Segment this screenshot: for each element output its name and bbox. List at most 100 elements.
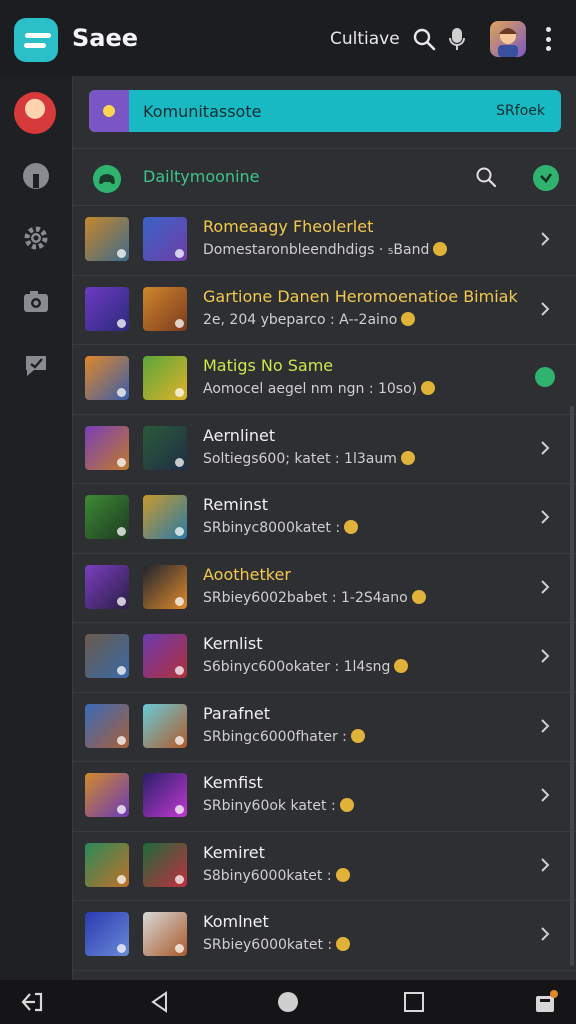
store-icon[interactable]: [534, 990, 558, 1014]
list-item[interactable]: Reminst SRbinyc8000katet :: [73, 484, 576, 554]
check-badge-icon[interactable]: [535, 367, 555, 387]
list-item-subtitle: Domestaronbleendhdigs · ₅Band: [203, 242, 451, 258]
recents-icon[interactable]: [402, 990, 426, 1014]
banner-thumbnail: [89, 90, 129, 132]
home-icon[interactable]: [276, 990, 300, 1014]
game-thumbnail: [85, 356, 129, 400]
game-thumbnail: [143, 912, 187, 956]
banner-link[interactable]: SRfoek: [496, 103, 545, 119]
profile-avatar[interactable]: [14, 92, 56, 134]
app-logo-icon[interactable]: [14, 18, 58, 62]
list-item-title: Romeaagy Fheolerlet: [203, 217, 374, 236]
list-item[interactable]: Kemiret S8biny6000katet :: [73, 832, 576, 901]
avatar-icon: [498, 28, 518, 57]
game-thumbnail: [143, 703, 187, 748]
user-avatar[interactable]: [490, 21, 526, 57]
game-thumbnail: [85, 564, 129, 609]
emoji-icon: [339, 798, 354, 812]
list-item-title: Kemiret: [203, 842, 265, 862]
game-thumbnail: [143, 842, 187, 887]
game-thumbnail: [85, 912, 129, 956]
chevron-right-icon[interactable]: [539, 300, 551, 318]
list-item[interactable]: Aoothetker SRbiey6002babet : 1-2S4ano: [73, 554, 576, 623]
list-item[interactable]: Matigs No Same Aomocel aegel nm ngn : 10…: [73, 345, 576, 415]
list-search-icon[interactable]: [475, 166, 497, 188]
game-thumbnail: [143, 564, 187, 609]
system-nav-bar: [0, 980, 576, 1024]
game-thumbnail: [143, 634, 187, 678]
list-item[interactable]: Komlnet SRbiey6000katet :: [73, 901, 576, 971]
list-item-subtitle: 2e, 204 ybeparco : A--2aino: [203, 311, 419, 328]
game-thumbnail: [143, 217, 187, 261]
top-app-bar: Saee Cultiave: [0, 0, 576, 76]
list-item-title: Reminst: [203, 495, 269, 514]
mic-icon[interactable]: [447, 26, 467, 52]
game-thumbnail: [85, 286, 129, 331]
gear-icon[interactable]: [20, 222, 52, 254]
game-thumbnail: [143, 773, 187, 817]
game-thumbnail: [85, 773, 129, 817]
list-item[interactable]: Damitet: [73, 971, 576, 981]
emoji-icon: [401, 311, 416, 326]
app-screen: Saee Cultiave Komunitassote SRfoek Dailt…: [0, 0, 576, 1024]
list-item-title: Komlnet: [203, 912, 269, 931]
exit-icon[interactable]: [20, 990, 44, 1014]
chevron-right-icon[interactable]: [539, 925, 551, 943]
list-item-title: Aoothetker: [203, 564, 291, 584]
emoji-icon: [400, 450, 415, 465]
list-item-subtitle: S8biny6000katet :: [203, 867, 354, 884]
app-title: Saee: [72, 24, 139, 52]
main-panel: Komunitassote SRfoek Dailtymoonine Romea…: [72, 76, 576, 980]
camera-icon[interactable]: [20, 286, 52, 318]
chat-bubble-icon[interactable]: [20, 348, 52, 380]
list-item-subtitle: SRbingc6000fhater :: [203, 728, 369, 745]
game-thumbnail: [143, 356, 187, 400]
chevron-right-icon[interactable]: [539, 230, 551, 248]
back-icon[interactable]: [148, 990, 172, 1014]
emoji-icon: [336, 937, 351, 951]
emoji-icon: [433, 242, 448, 256]
list-item-subtitle: SRbinyc8000katet :: [203, 520, 362, 536]
chevron-right-icon[interactable]: [539, 786, 551, 804]
chevron-right-icon[interactable]: [539, 856, 551, 874]
compass-icon[interactable]: [20, 160, 52, 192]
filter-label[interactable]: Dailtymoonine: [143, 167, 260, 186]
gamepad-icon[interactable]: [93, 165, 121, 193]
list-item[interactable]: Kemfist SRbiny60ok katet :: [73, 762, 576, 832]
game-thumbnail: [85, 217, 129, 261]
list-item-title: Kemfist: [203, 773, 263, 792]
list-item-title: Parafnet: [203, 703, 271, 723]
game-thumbnail: [85, 634, 129, 678]
list-item[interactable]: Romeaagy Fheolerlet Domestaronbleendhdig…: [73, 206, 576, 276]
chevron-right-icon[interactable]: [539, 578, 551, 596]
list-item[interactable]: Gartione Danen Heromoenatioe Bimiak 2e, …: [73, 276, 576, 345]
list-item[interactable]: Kernlist S6binyc600okater : 1l4sng: [73, 623, 576, 693]
scrollbar[interactable]: [570, 406, 574, 966]
emoji-icon: [350, 728, 365, 743]
search-icon[interactable]: [412, 27, 436, 51]
chevron-right-icon[interactable]: [539, 717, 551, 735]
game-thumbnail: [143, 286, 187, 331]
banner-text: Komunitassote: [143, 102, 262, 121]
chevron-right-icon[interactable]: [539, 508, 551, 526]
filter-bar: Dailtymoonine: [73, 148, 576, 206]
list-item[interactable]: Aernlinet Soltiegs600; katet : 1l3aum: [73, 415, 576, 484]
chevron-right-icon[interactable]: [539, 439, 551, 457]
list-item-title: Aernlinet: [203, 425, 276, 445]
game-thumbnail: [85, 703, 129, 748]
list-item-subtitle: SRbiny60ok katet :: [203, 798, 358, 814]
emoji-icon: [344, 520, 359, 534]
game-thumbnail: [143, 495, 187, 539]
list-item-title: Matigs No Same: [203, 356, 334, 375]
list-item[interactable]: Parafnet SRbingc6000fhater :: [73, 693, 576, 762]
community-banner[interactable]: Komunitassote SRfoek: [89, 90, 561, 132]
game-thumbnail: [85, 842, 129, 887]
emoji-icon: [421, 381, 436, 395]
game-thumbnail: [85, 425, 129, 470]
more-options-icon[interactable]: [540, 27, 556, 51]
top-bar-text[interactable]: Cultiave: [330, 29, 400, 49]
check-badge-icon[interactable]: [533, 165, 559, 191]
list-item-subtitle: S6binyc600okater : 1l4sng: [203, 659, 412, 675]
chevron-right-icon[interactable]: [539, 647, 551, 665]
emoji-icon: [394, 659, 409, 673]
